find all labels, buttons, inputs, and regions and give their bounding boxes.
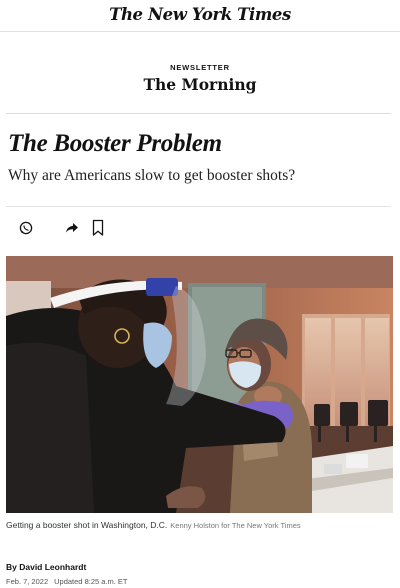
newsletter-title[interactable]: The Morning xyxy=(0,75,400,94)
nyt-logo[interactable]: The New York Times xyxy=(109,5,291,24)
newsletter-kicker: NEWSLETTER xyxy=(170,63,230,72)
save-button[interactable] xyxy=(88,218,108,238)
whatsapp-share-button[interactable] xyxy=(16,218,36,238)
photo-credit: Kenny Holston for The New York Times xyxy=(170,521,301,530)
author-byline[interactable]: By David Leonhardt xyxy=(6,562,86,572)
divider xyxy=(6,206,391,207)
photo-caption: Getting a booster shot in Washington, D.… xyxy=(6,520,396,530)
publish-date: Feb. 7, 2022 xyxy=(6,577,49,586)
masthead: The New York Times xyxy=(0,0,400,32)
caption-text: Getting a booster shot in Washington, D.… xyxy=(6,520,168,530)
byline: By David Leonhardt xyxy=(6,562,86,572)
article-headline: The Booster Problem xyxy=(8,130,222,157)
article-photo xyxy=(6,256,393,513)
bookmark-icon xyxy=(92,219,104,236)
share-icon xyxy=(66,223,78,233)
dateline: Feb. 7, 2022 Updated 8:25 a.m. ET xyxy=(6,577,128,586)
whatsapp-icon xyxy=(19,221,33,235)
divider xyxy=(6,113,391,114)
updated-time: Updated 8:25 a.m. ET xyxy=(54,577,128,586)
share-button[interactable] xyxy=(62,218,82,238)
article-summary: Why are Americans slow to get booster sh… xyxy=(8,167,296,184)
